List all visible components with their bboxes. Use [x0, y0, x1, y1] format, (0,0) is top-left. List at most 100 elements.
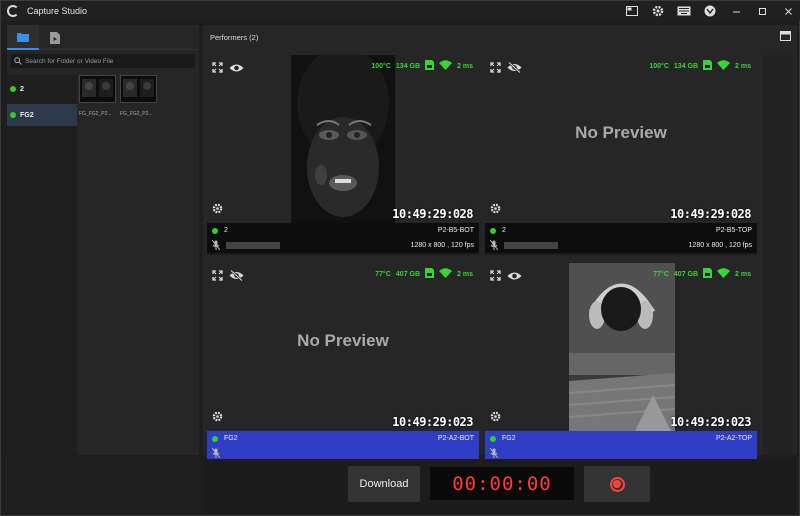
camera-settings-icon[interactable]	[490, 201, 501, 219]
performer-name: FG2	[502, 435, 516, 442]
no-preview-text: No Preview	[575, 123, 667, 142]
panel-header: Performers (2)	[203, 25, 797, 49]
settings-icon[interactable]	[645, 1, 671, 21]
camera-overlay: 77°C 407 GB 2 ms 10:49:29:023	[485, 263, 757, 431]
latency: 2 ms	[457, 62, 473, 70]
resolution: 1280 x 800 , 120 fps	[410, 242, 474, 249]
performer-name: FG2	[20, 111, 34, 119]
camera-settings-icon[interactable]	[490, 409, 501, 427]
storage: 407 GB	[673, 270, 699, 278]
keyboard-icon[interactable]	[671, 1, 697, 21]
performer-name: 2	[502, 227, 506, 234]
minimize-icon[interactable]	[723, 1, 749, 21]
search-input[interactable]	[25, 57, 195, 65]
fullscreen-icon[interactable]	[490, 60, 501, 78]
status-dot	[212, 227, 218, 234]
status-dot	[490, 227, 496, 234]
camera-tile: 77°C 407 GB 2 ms 10:49:29:023 FG2 P2-A2-…	[485, 263, 757, 461]
no-preview-text: No Preview	[297, 331, 389, 350]
latency: 2 ms	[735, 270, 751, 278]
camera-overlay: 100°C 134 GB 2 ms 10:49:29:028	[207, 55, 479, 223]
status-dot	[10, 86, 16, 92]
sd-card-icon	[703, 268, 713, 280]
performer-name: 2	[224, 227, 228, 234]
camera-info-row: FG2 P2-A2-BOT	[207, 431, 479, 446]
audio-level-bar	[504, 242, 558, 249]
tab-folders[interactable]	[7, 25, 39, 50]
camera-status-row: 1280 x 800 , 120 fps	[485, 238, 757, 253]
download-button[interactable]: Download	[348, 466, 420, 502]
sd-card-icon	[703, 60, 713, 72]
temperature: 77°C	[653, 270, 669, 278]
status-dot	[10, 112, 16, 118]
performers-panel: Performers (2) 100°C 134 GB 2 ms 10:49:2…	[203, 25, 797, 461]
mic-muted-icon[interactable]	[211, 447, 221, 460]
storage: 407 GB	[395, 270, 421, 278]
thumbnail-image	[120, 75, 157, 103]
performer-name: FG2	[224, 435, 238, 442]
performer-name: 2	[20, 85, 24, 93]
browser-tabs	[7, 25, 199, 50]
camera-tile: No Preview 77°C 407 GB 2 ms 10:49:29:023	[207, 263, 479, 461]
video-file-icon	[50, 31, 60, 44]
camera-id: P2-A2-TOP	[715, 435, 752, 442]
camera-settings-icon[interactable]	[212, 409, 223, 427]
grid-scrollbar[interactable]	[763, 55, 793, 455]
app-logo-icon	[7, 5, 19, 17]
camera-info-row: 2 P2-B5-TOP	[485, 223, 757, 238]
latency: 2 ms	[457, 270, 473, 278]
layout-icon[interactable]	[619, 1, 645, 21]
performer-item-2[interactable]: 2	[7, 78, 77, 100]
mic-muted-icon[interactable]	[211, 239, 221, 252]
performer-item-fg2[interactable]: FG2	[7, 104, 77, 126]
eye-icon[interactable]	[507, 268, 522, 286]
camera-id: P2-B5-TOP	[715, 227, 752, 234]
camera-settings-icon[interactable]	[212, 201, 223, 219]
thumbnail-list: FG_FG2_P2... FG_FG2_P2...	[79, 75, 157, 117]
fullscreen-icon[interactable]	[490, 268, 501, 286]
audio-level-bar	[226, 242, 280, 249]
browser-panel: 2 FG2 FG_FG2_P2... FG_FG2_P2...	[7, 25, 199, 455]
expand-panel-icon[interactable]	[780, 31, 791, 43]
maximize-icon[interactable]	[749, 1, 775, 21]
thumbnail-label: FG_FG2_P2...	[120, 111, 153, 117]
thumbnail-label: FG_FG2_P2...	[79, 111, 112, 117]
storage: 134 GB	[673, 62, 699, 70]
record-button[interactable]	[584, 466, 650, 502]
temperature: 100°C	[649, 62, 669, 70]
wifi-icon	[439, 268, 453, 280]
mic-muted-icon[interactable]	[489, 239, 499, 252]
latency: 2 ms	[735, 62, 751, 70]
app-title: Capture Studio	[27, 6, 88, 16]
panel-title: Performers (2)	[210, 32, 259, 42]
eye-off-icon[interactable]	[507, 60, 522, 78]
status-dot	[212, 435, 218, 442]
camera-id: P2-B5-BOT	[437, 227, 474, 234]
camera-tile: No Preview 100°C 134 GB 2 ms 10:49:29:02…	[485, 55, 757, 255]
wifi-icon	[717, 60, 731, 72]
close-icon[interactable]	[775, 1, 800, 21]
eye-off-icon[interactable]	[229, 268, 244, 286]
eye-icon[interactable]	[229, 60, 244, 78]
performer-list: 2 FG2	[7, 75, 77, 455]
tab-video-files[interactable]	[39, 25, 71, 50]
wifi-icon	[439, 60, 453, 72]
sd-card-icon	[425, 60, 435, 72]
fullscreen-icon[interactable]	[212, 268, 223, 286]
video-thumbnail[interactable]: FG_FG2_P2...	[120, 75, 157, 117]
folder-icon	[17, 32, 29, 42]
recording-timer: 00:00:00	[430, 467, 574, 500]
thumbnail-image	[79, 75, 116, 103]
feedback-icon[interactable]	[697, 1, 723, 21]
search-box	[11, 54, 195, 68]
sd-card-icon	[425, 268, 435, 280]
temperature: 100°C	[371, 62, 391, 70]
camera-status-row: 1280 x 800 , 120 fps	[207, 238, 479, 253]
temperature: 77°C	[375, 270, 391, 278]
video-thumbnail[interactable]: FG_FG2_P2...	[79, 75, 116, 117]
record-icon	[609, 476, 625, 492]
resolution: 1280 x 800 , 120 fps	[688, 242, 752, 249]
fullscreen-icon[interactable]	[212, 60, 223, 78]
camera-id: P2-A2-BOT	[437, 435, 474, 442]
mic-muted-icon[interactable]	[489, 447, 499, 460]
